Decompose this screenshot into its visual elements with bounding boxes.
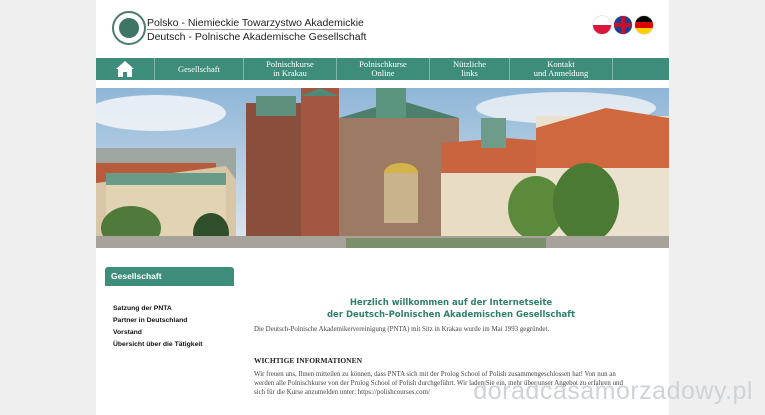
flag-pl-icon[interactable] [593, 16, 611, 34]
sidebar-link-partner[interactable]: Partner in Deutschland [113, 317, 187, 324]
main-nav: Gesellschaft Polnischkurse in Krakau Poln… [96, 58, 669, 80]
welcome-heading-line1: Herzlich willkommen auf der Internetseit… [349, 298, 553, 308]
info-heading: WICHTIGE INFORMATIONEN [254, 356, 362, 365]
logo-divider [147, 29, 351, 30]
sidebar-title: Gesellschaft [105, 267, 234, 285]
header: Polsko - Niemieckie Towarzystwo Akademic… [96, 0, 669, 58]
home-icon [116, 61, 134, 77]
nav-item-gesellschaft[interactable]: Gesellschaft [154, 58, 243, 80]
nav-item-nuetzliche-links[interactable]: Nützliche links [429, 58, 509, 80]
welcome-heading-line2: der Deutsch-Polnischen Akademischen Gese… [326, 310, 576, 320]
sidebar-link-vorstand[interactable]: Vorstand [113, 329, 142, 336]
intro-text: Die Deutsch-Polnische Akademikervereinig… [254, 326, 550, 333]
logo-icon[interactable] [112, 11, 146, 45]
nav-item-kontakt[interactable]: Kontakt und Anmeldung [509, 58, 613, 80]
nav-home[interactable] [96, 58, 154, 80]
hero-banner-image [96, 88, 669, 248]
page: Polsko - Niemieckie Towarzystwo Akademic… [96, 0, 669, 415]
flag-de-icon[interactable] [635, 16, 653, 34]
watermark-text: doradcasamorzadowy.pl [473, 377, 753, 405]
sidebar-link-satzung[interactable]: Satzung der PNTA [113, 305, 172, 312]
flag-gb-icon[interactable] [614, 16, 632, 34]
nav-item-polnischkurse-krakau[interactable]: Polnischkurse in Krakau [243, 58, 336, 80]
nav-item-polnischkurse-online[interactable]: Polnischkurse Online [336, 58, 429, 80]
sidebar-link-taetigkeit[interactable]: Übersicht über die Tätigkeit [113, 341, 203, 348]
sidebar-divider [105, 285, 234, 286]
logo-text-german[interactable]: Deutsch - Polnische Akademische Gesellsc… [147, 31, 366, 43]
logo-text-polish[interactable]: Polsko - Niemieckie Towarzystwo Akademic… [147, 17, 364, 29]
language-switcher [593, 16, 653, 34]
info-text-line3: sich für die Kurse anzumelden unter: htt… [254, 389, 430, 396]
